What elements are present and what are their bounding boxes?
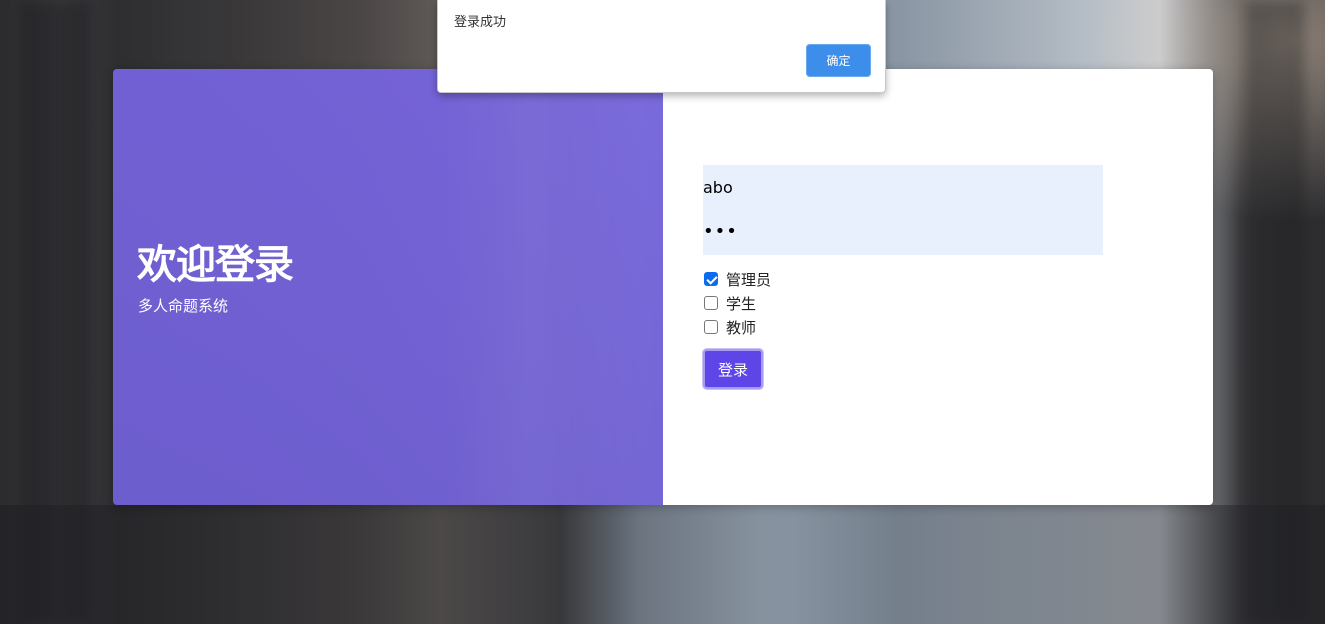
background-shape <box>0 505 1325 624</box>
login-form: 管理员 学生 教师 登录 <box>703 165 1103 389</box>
welcome-panel: 欢迎登录 多人命题系统 <box>113 69 663 505</box>
role-label-teacher: 教师 <box>726 318 757 337</box>
role-option-teacher[interactable]: 教师 <box>703 315 1103 339</box>
login-panel: 管理员 学生 教师 登录 <box>663 69 1213 505</box>
role-checkbox-admin[interactable] <box>704 272 718 286</box>
role-label-student: 学生 <box>726 294 757 313</box>
credentials-group <box>703 165 1103 255</box>
role-selector: 管理员 学生 教师 <box>703 267 1103 339</box>
alert-ok-button[interactable]: 确定 <box>806 44 871 77</box>
alert-dialog: 登录成功 确定 <box>437 0 886 93</box>
role-option-student[interactable]: 学生 <box>703 291 1103 315</box>
panel-highlight <box>443 69 663 505</box>
login-card: 欢迎登录 多人命题系统 管理员 学生 教师 <box>113 69 1213 505</box>
alert-message: 登录成功 <box>454 15 507 30</box>
password-input[interactable] <box>703 211 1103 251</box>
welcome-subtitle: 多人命题系统 <box>138 297 229 315</box>
role-checkbox-student[interactable] <box>704 296 718 310</box>
role-checkbox-teacher[interactable] <box>704 320 718 334</box>
role-label-admin: 管理员 <box>726 270 772 289</box>
username-input[interactable] <box>703 167 1103 207</box>
login-button[interactable]: 登录 <box>703 349 763 389</box>
role-option-admin[interactable]: 管理员 <box>703 267 1103 291</box>
welcome-title: 欢迎登录 <box>137 242 294 288</box>
